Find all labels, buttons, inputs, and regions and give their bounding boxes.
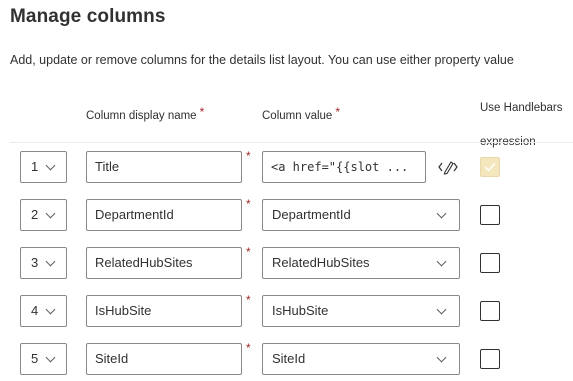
chevron-down-icon — [436, 256, 447, 267]
column-value-dropdown[interactable]: SiteId — [262, 343, 460, 375]
column-value-field[interactable]: <a href="{{slot ... — [262, 151, 426, 183]
order-value: 5 — [31, 351, 39, 366]
order-value: 3 — [31, 255, 39, 270]
order-dropdown[interactable]: 5 — [20, 343, 67, 375]
required-mark: * — [246, 197, 251, 211]
header-use-handlebars: Use Handlebars expression — [480, 102, 563, 148]
use-handlebars-checkbox[interactable] — [480, 157, 500, 177]
table-row: 5 SiteId * SiteId — [0, 341, 573, 379]
chevron-down-icon — [45, 208, 56, 219]
column-value-dropdown[interactable]: DepartmentId — [262, 199, 460, 231]
chevron-down-icon — [45, 160, 56, 171]
column-display-name-field[interactable]: DepartmentId — [86, 199, 242, 231]
table-row: 3 RelatedHubSites * RelatedHubSites — [0, 245, 573, 283]
required-mark: * — [246, 149, 251, 163]
column-value-selected: IsHubSite — [272, 303, 329, 318]
required-mark: * — [246, 245, 251, 259]
header-column-value: Column value * — [262, 105, 340, 122]
order-value: 4 — [31, 303, 39, 318]
column-display-name-field[interactable]: RelatedHubSites — [86, 247, 242, 279]
column-display-name-field[interactable]: IsHubSite — [86, 295, 242, 327]
page-description: Add, update or remove columns for the de… — [10, 53, 514, 67]
required-mark: * — [335, 105, 340, 119]
checkmark-icon — [484, 163, 496, 172]
required-mark: * — [246, 293, 251, 307]
column-value-selected: RelatedHubSites — [272, 255, 370, 270]
column-display-name-field[interactable]: Title — [86, 151, 242, 183]
chevron-down-icon — [45, 352, 56, 363]
chevron-down-icon — [45, 304, 56, 315]
use-handlebars-checkbox[interactable] — [480, 205, 500, 225]
order-dropdown[interactable]: 2 — [20, 199, 67, 231]
use-handlebars-checkbox[interactable] — [480, 301, 500, 321]
table-row: 1 Title * <a href="{{slot ... — [0, 149, 573, 187]
column-value-selected: SiteId — [272, 351, 306, 366]
use-handlebars-checkbox[interactable] — [480, 253, 500, 273]
column-value-dropdown[interactable]: IsHubSite — [262, 295, 460, 327]
order-value: 1 — [31, 159, 39, 174]
chevron-down-icon — [436, 304, 447, 315]
page-title: Manage columns — [10, 6, 166, 27]
table-row: 2 DepartmentId * DepartmentId — [0, 197, 573, 235]
header-divider — [10, 142, 573, 143]
column-value-selected: DepartmentId — [272, 207, 351, 222]
required-mark: * — [246, 341, 251, 355]
header-display-name-label: Column display name — [86, 110, 197, 122]
required-mark: * — [199, 105, 205, 119]
manage-columns-panel: Manage columns Add, update or remove col… — [0, 0, 573, 381]
column-display-name-field[interactable]: SiteId — [86, 343, 242, 375]
chevron-down-icon — [45, 256, 56, 267]
header-column-display-name: Column display name * — [86, 105, 205, 122]
chevron-down-icon — [436, 208, 447, 219]
use-handlebars-checkbox[interactable] — [480, 349, 500, 369]
order-dropdown[interactable]: 1 — [20, 151, 67, 183]
order-dropdown[interactable]: 4 — [20, 295, 67, 327]
order-dropdown[interactable]: 3 — [20, 247, 67, 279]
header-column-value-label: Column value — [262, 110, 333, 122]
column-value-dropdown[interactable]: RelatedHubSites — [262, 247, 460, 279]
order-value: 2 — [31, 207, 39, 222]
chevron-down-icon — [436, 352, 447, 363]
edit-code-icon[interactable] — [438, 158, 458, 176]
table-row: 4 IsHubSite * IsHubSite — [0, 293, 573, 331]
